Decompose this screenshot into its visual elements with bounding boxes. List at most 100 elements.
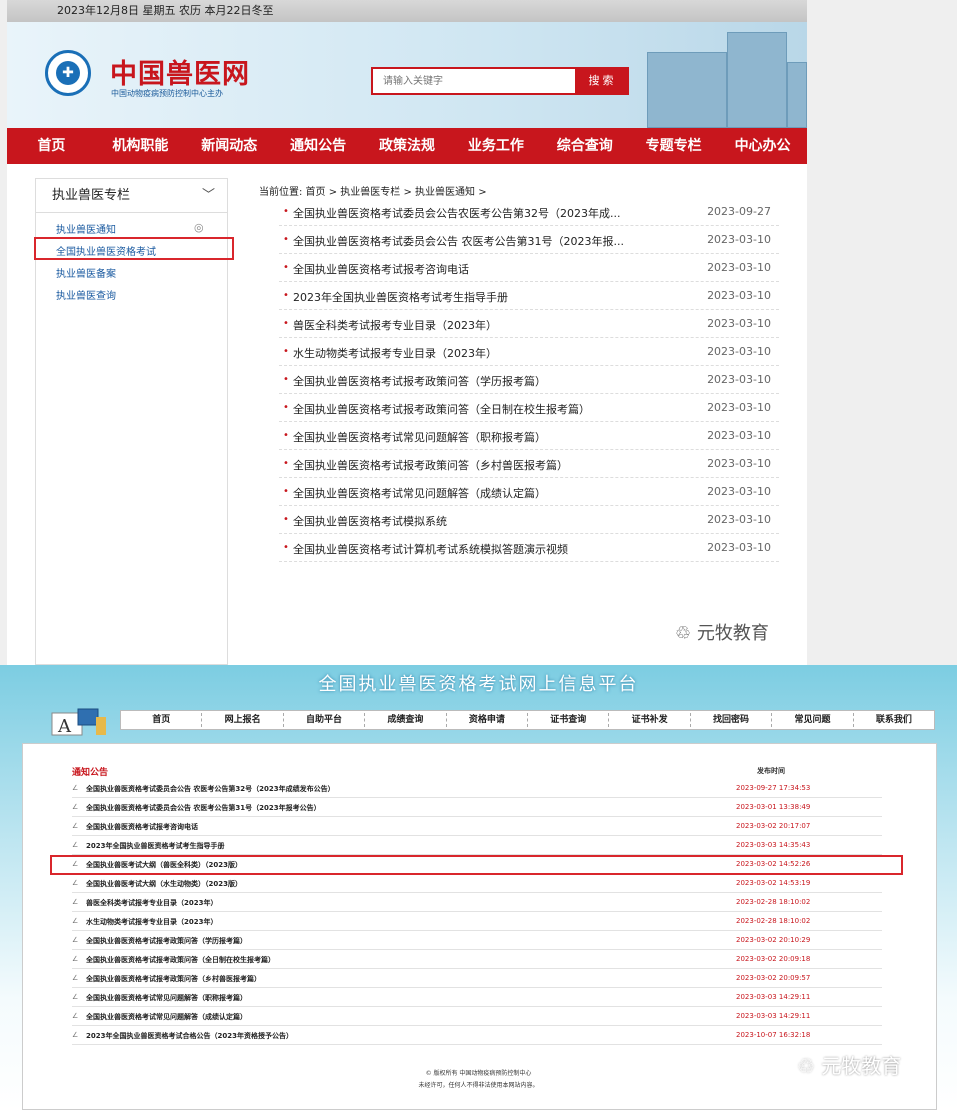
table-row[interactable]: ∠ 全国执业兽医资格考试报考政策问答（全日制在校生报考篇） 2023-03-02 2… xyxy=(72,950,882,969)
table-row[interactable]: ∠ 2023年全国执业兽医资格考试合格公告（2023年资格授予公告） 2023-10… xyxy=(72,1026,882,1045)
subnav-contact[interactable]: 联系我们 xyxy=(854,713,934,727)
arrow-icon: ∠ xyxy=(72,879,79,887)
arrow-icon: ∠ xyxy=(72,974,79,982)
section-heading: 通知公告 xyxy=(72,768,109,778)
site-title[interactable]: 中国兽医网 xyxy=(110,52,250,91)
table-row[interactable]: ∠ 全国执业兽医考试大纲（水生动物类）（2023版） 2023-03-02 14:5… xyxy=(72,874,882,893)
row-title[interactable]: 全国执业兽医考试大纲（水生动物类）（2023版） xyxy=(86,879,242,889)
nav-office[interactable]: 中心办公 xyxy=(718,128,807,164)
subnav-register[interactable]: 网上报名 xyxy=(202,713,284,727)
nav-policies[interactable]: 政策法规 xyxy=(363,128,452,164)
sidebar-heading[interactable]: 执业兽医专栏 ﹀ xyxy=(36,179,227,213)
site-subtitle: 中国动物疫病预防控制中心主办 xyxy=(111,89,223,98)
list-item[interactable]: • 水生动物类考试报考专业目录（2023年） 2023-03-10 xyxy=(279,338,779,366)
watermark-text: 元牧教育 xyxy=(696,623,769,644)
list-item-title[interactable]: 全国执业兽医资格考试报考政策问答（乡村兽医报考篇） xyxy=(293,457,568,473)
list-item[interactable]: • 全国执业兽医资格考试模拟系统 2023-03-10 xyxy=(279,506,779,534)
row-date: 2023-02-28 18:10:02 xyxy=(736,898,811,906)
table-row[interactable]: ∠ 全国执业兽医资格考试报考政策问答（学历报考篇） 2023-03-02 20:10… xyxy=(72,931,882,950)
subnav-scores[interactable]: 成绩查询 xyxy=(365,713,447,727)
list-item[interactable]: • 全国执业兽医资格考试委员会公告农医考公告第32号（2023年成... 2023-… xyxy=(279,198,779,226)
bullet-icon: • xyxy=(283,290,289,301)
search-button[interactable]: 搜 索 xyxy=(575,69,627,93)
row-title[interactable]: 兽医全科类考试报考专业目录（2023年） xyxy=(86,898,217,908)
nav-business[interactable]: 业务工作 xyxy=(451,128,540,164)
nav-news[interactable]: 新闻动态 xyxy=(185,128,274,164)
arrow-icon: ∠ xyxy=(72,993,79,1001)
table-row[interactable]: ∠ 全国执业兽医资格考试委员会公告 农医考公告第31号（2023年报考公告） 202… xyxy=(72,798,882,817)
list-item-title[interactable]: 全国执业兽医资格考试常见问题解答（职称报考篇） xyxy=(293,429,546,445)
subnav-cert-query[interactable]: 证书查询 xyxy=(528,713,610,727)
list-item[interactable]: • 全国执业兽医资格考试报考政策问答（全日制在校生报考篇） 2023-03-10 xyxy=(279,394,779,422)
site-logo-icon[interactable]: ✚ xyxy=(45,50,91,96)
table-row[interactable]: ∠ 全国执业兽医资格考试常见问题解答（职称报考篇） 2023-03-03 14:29… xyxy=(72,988,882,1007)
list-item-title[interactable]: 全国执业兽医资格考试委员会公告 农医考公告第31号（2023年报... xyxy=(293,233,624,249)
subnav-home[interactable]: 首页 xyxy=(121,713,203,727)
table-row[interactable]: ∠ 全国执业兽医资格考试常见问题解答（成绩认定篇） 2023-03-03 14:29… xyxy=(72,1007,882,1026)
list-item[interactable]: • 全国执业兽医资格考试报考政策问答（学历报考篇） 2023-03-10 xyxy=(279,366,779,394)
row-title[interactable]: 全国执业兽医资格考试委员会公告 农医考公告第31号（2023年报考公告） xyxy=(86,803,321,813)
list-item-title[interactable]: 2023年全国执业兽医资格考试考生指导手册 xyxy=(293,289,508,305)
row-title[interactable]: 2023年全国执业兽医资格考试考生指导手册 xyxy=(86,841,224,851)
nav-functions[interactable]: 机构职能 xyxy=(96,128,185,164)
row-title[interactable]: 全国执业兽医资格考试报考政策问答（学历报考篇） xyxy=(86,936,247,946)
row-title[interactable]: 全国执业兽医资格考试报考咨询电话 xyxy=(86,822,198,832)
subnav-faq[interactable]: 常见问题 xyxy=(772,713,854,727)
row-title[interactable]: 2023年全国执业兽医资格考试合格公告（2023年资格授予公告） xyxy=(86,1031,293,1041)
nav-home[interactable]: 首页 xyxy=(7,128,96,164)
subnav-cert-reissue[interactable]: 证书补发 xyxy=(609,713,691,727)
table-row[interactable]: ∠ 全国执业兽医资格考试报考咨询电话 2023-03-02 20:17:07 xyxy=(72,817,882,836)
list-item[interactable]: • 全国执业兽医资格考试计算机考试系统模拟答题演示视频 2023-03-10 xyxy=(279,534,779,562)
footer-notice: 未经许可，任何人不得非法使用本网站内容。 xyxy=(418,1082,539,1089)
list-item-title[interactable]: 全国执业兽医资格考试委员会公告农医考公告第32号（2023年成... xyxy=(293,205,620,221)
list-item[interactable]: • 全国执业兽医资格考试常见问题解答（职称报考篇） 2023-03-10 xyxy=(279,422,779,450)
table-row[interactable]: ∠ 兽医全科类考试报考专业目录（2023年） 2023-02-28 18:10:02 xyxy=(72,893,882,912)
subnav-qualification[interactable]: 资格申请 xyxy=(447,713,529,727)
list-item-title[interactable]: 全国执业兽医资格考试常见问题解答（成绩认定篇） xyxy=(293,485,546,501)
table-row[interactable]: ∠ 全国执业兽医资格考试委员会公告 农医考公告第32号（2023年成绩发布公告） 2… xyxy=(72,779,882,798)
list-item[interactable]: • 兽医全科类考试报考专业目录（2023年） 2023-03-10 xyxy=(279,310,779,338)
svg-text:A: A xyxy=(57,716,72,737)
wechat-icon: ♲ xyxy=(675,623,692,644)
sidebar-item-registration[interactable]: 执业兽医备案 xyxy=(56,265,116,280)
sidebar-heading-label: 执业兽医专栏 xyxy=(52,188,131,203)
list-item-title[interactable]: 全国执业兽医资格考试模拟系统 xyxy=(293,513,447,529)
table-row[interactable]: ∠ 水生动物类考试报考专业目录（2023年） 2023-02-28 18:10:02 xyxy=(72,912,882,931)
row-title[interactable]: 水生动物类考试报考专业目录（2023年） xyxy=(86,917,217,927)
list-item[interactable]: • 2023年全国执业兽医资格考试考生指导手册 2023-03-10 xyxy=(279,282,779,310)
row-date: 2023-02-28 18:10:02 xyxy=(736,917,811,925)
search-input[interactable] xyxy=(373,69,573,93)
table-row[interactable]: ∠ 2023年全国执业兽医资格考试考生指导手册 2023-03-03 14:35:4… xyxy=(72,836,882,855)
table-row[interactable]: ∠ 全国执业兽医资格考试报考政策问答（乡村兽医报考篇） 2023-03-02 20:… xyxy=(72,969,882,988)
sidebar-item-lookup[interactable]: 执业兽医查询 xyxy=(56,287,116,302)
list-item-date: 2023-03-10 xyxy=(707,429,771,442)
list-item[interactable]: • 全国执业兽医资格考试报考咨询电话 2023-03-10 xyxy=(279,254,779,282)
bullet-icon: • xyxy=(283,458,289,469)
chevron-down-icon[interactable]: ﹀ xyxy=(202,179,215,213)
row-title[interactable]: 全国执业兽医资格考试常见问题解答（成绩认定篇） xyxy=(86,1012,247,1022)
row-title[interactable]: 全国执业兽医资格考试委员会公告 农医考公告第32号（2023年成绩发布公告） xyxy=(86,784,335,794)
row-title[interactable]: 全国执业兽医资格考试常见问题解答（职称报考篇） xyxy=(86,993,247,1003)
list-item-title[interactable]: 全国执业兽医资格考试计算机考试系统模拟答题演示视频 xyxy=(293,541,568,557)
building-illustration xyxy=(647,52,727,128)
document-a-icon: A xyxy=(48,707,114,737)
nav-query[interactable]: 综合查询 xyxy=(540,128,629,164)
subnav-self-service[interactable]: 自助平台 xyxy=(284,713,366,727)
list-item[interactable]: • 全国执业兽医资格考试常见问题解答（成绩认定篇） 2023-03-10 xyxy=(279,478,779,506)
subnav-password[interactable]: 找回密码 xyxy=(691,713,773,727)
nav-notices[interactable]: 通知公告 xyxy=(274,128,363,164)
sidebar-item-vet-notice[interactable]: 执业兽医通知 xyxy=(56,221,116,236)
row-title[interactable]: 全国执业兽医资格考试报考政策问答（全日制在校生报考篇） xyxy=(86,955,275,965)
list-item-title[interactable]: 兽医全科类考试报考专业目录（2023年） xyxy=(293,317,497,333)
list-item-title[interactable]: 水生动物类考试报考专业目录（2023年） xyxy=(293,345,497,361)
row-title[interactable]: 全国执业兽医资格考试报考政策问答（乡村兽医报考篇） xyxy=(86,974,261,984)
list-item-title[interactable]: 全国执业兽医资格考试报考咨询电话 xyxy=(293,261,469,277)
list-item[interactable]: • 全国执业兽医资格考试报考政策问答（乡村兽医报考篇） 2023-03-10 xyxy=(279,450,779,478)
list-item-title[interactable]: 全国执业兽医资格考试报考政策问答（学历报考篇） xyxy=(293,373,546,389)
bullet-icon: • xyxy=(283,374,289,385)
row-date: 2023-03-03 14:29:11 xyxy=(736,1012,811,1020)
arrow-icon: ∠ xyxy=(72,1031,79,1039)
nav-topics[interactable]: 专题专栏 xyxy=(629,128,718,164)
list-item[interactable]: • 全国执业兽医资格考试委员会公告 农医考公告第31号（2023年报... 2023… xyxy=(279,226,779,254)
list-item-title[interactable]: 全国执业兽医资格考试报考政策问答（全日制在校生报考篇） xyxy=(293,401,590,417)
